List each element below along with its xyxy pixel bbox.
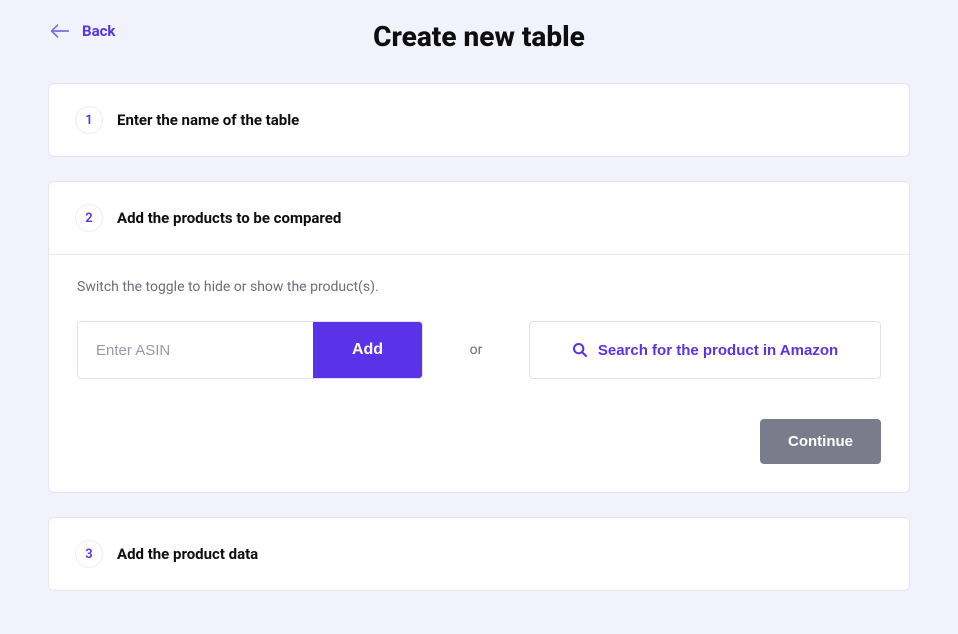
step-title: Add the products to be compared bbox=[117, 209, 341, 227]
step-title: Enter the name of the table bbox=[117, 111, 299, 129]
add-button[interactable]: Add bbox=[313, 322, 422, 378]
step-2-body: Switch the toggle to hide or show the pr… bbox=[49, 254, 909, 492]
step-1-card: 1 Enter the name of the table bbox=[48, 83, 910, 157]
search-icon bbox=[572, 342, 588, 358]
asin-input-group: Add bbox=[77, 321, 423, 379]
step-title: Add the product data bbox=[117, 545, 258, 563]
step-3-card: 3 Add the product data bbox=[48, 517, 910, 591]
product-input-row: Add or Search for the product in Amazon bbox=[77, 321, 881, 379]
step-1-header[interactable]: 1 Enter the name of the table bbox=[49, 84, 909, 156]
step-number-badge: 1 bbox=[75, 106, 103, 134]
search-amazon-button[interactable]: Search for the product in Amazon bbox=[529, 321, 881, 379]
step-3-header[interactable]: 3 Add the product data bbox=[49, 518, 909, 590]
asin-input[interactable] bbox=[78, 322, 313, 378]
step-2-header[interactable]: 2 Add the products to be compared bbox=[49, 182, 909, 254]
toggle-hint: Switch the toggle to hide or show the pr… bbox=[77, 279, 881, 295]
arrow-left-icon bbox=[50, 23, 70, 39]
back-label: Back bbox=[82, 22, 115, 40]
step-2-footer: Continue bbox=[77, 419, 881, 464]
step-2-card: 2 Add the products to be compared Switch… bbox=[48, 181, 910, 493]
back-button[interactable]: Back bbox=[50, 22, 115, 40]
continue-button[interactable]: Continue bbox=[760, 419, 881, 464]
or-separator: or bbox=[441, 342, 511, 358]
page-title: Create new table bbox=[373, 20, 585, 53]
steps-container: 1 Enter the name of the table 2 Add the … bbox=[0, 63, 958, 591]
search-amazon-label: Search for the product in Amazon bbox=[598, 342, 838, 359]
step-number-badge: 2 bbox=[75, 204, 103, 232]
page-header: Back Create new table bbox=[0, 0, 958, 63]
step-number-badge: 3 bbox=[75, 540, 103, 568]
